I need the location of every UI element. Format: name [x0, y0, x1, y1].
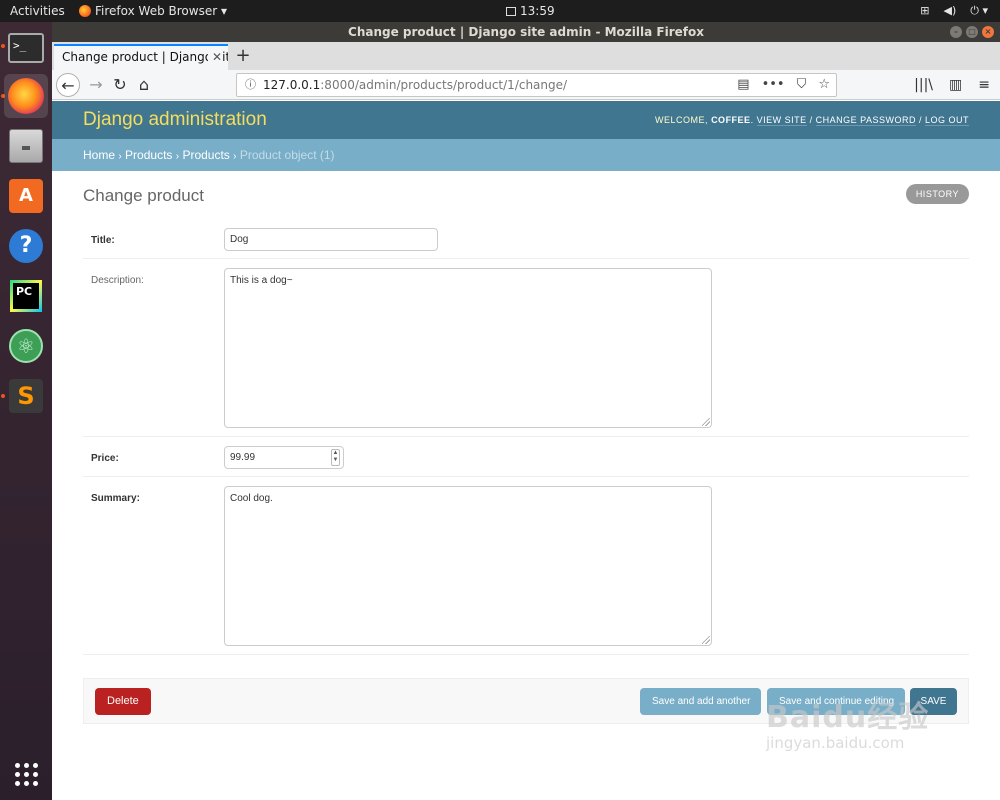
description-textarea[interactable]: This is a dog~	[224, 268, 712, 428]
new-tab-button[interactable]: +	[232, 44, 254, 68]
dock-firefox[interactable]	[4, 74, 48, 118]
site-branding[interactable]: Django administration	[83, 109, 267, 131]
history-button[interactable]: HISTORY	[905, 184, 969, 204]
window-title: Change product | Django site admin - Moz…	[348, 25, 704, 39]
dock-help[interactable]: ?	[4, 224, 48, 268]
volume-icon: ◀)	[943, 4, 957, 17]
tab-change-product[interactable]: Change product | Django site admin ✕	[54, 44, 228, 70]
atom-icon: ⚛	[9, 329, 43, 363]
back-button[interactable]: ←	[56, 73, 80, 97]
network-icon: ⊞	[920, 4, 930, 17]
username: COFFEE	[711, 115, 751, 125]
tab-title: Change product | Django site admin	[62, 50, 228, 64]
reader-view-icon[interactable]: ▤	[737, 74, 749, 96]
sidebar-icon[interactable]: ▥	[949, 73, 962, 97]
summary-label: Summary:	[91, 493, 140, 504]
window-titlebar: Change product | Django site admin - Moz…	[52, 22, 1000, 42]
reload-button[interactable]: ↻	[108, 73, 132, 97]
breadcrumb-home[interactable]: Home	[83, 148, 115, 162]
breadcrumb-model[interactable]: Products	[182, 148, 229, 162]
close-window-button[interactable]: ×	[982, 26, 994, 38]
save-and-add-another-button[interactable]: Save and add another	[640, 688, 761, 715]
page-actions-icon[interactable]: •••	[762, 74, 785, 96]
user-tools: WELCOME, COFFEE. VIEW SITE / CHANGE PASS…	[655, 115, 969, 126]
save-button[interactable]: SAVE	[910, 688, 957, 715]
dock-files[interactable]	[4, 124, 48, 168]
resize-handle-icon[interactable]	[702, 418, 710, 426]
app-menu-label: Firefox Web Browser ▾	[95, 4, 227, 18]
price-value: 99.99	[230, 452, 256, 463]
form-row-price: Price: 99.99 ▲ ▼	[83, 437, 969, 477]
dock-atom[interactable]: ⚛	[4, 324, 48, 368]
admin-header: Django administration WELCOME, COFFEE. V…	[52, 101, 1000, 139]
breadcrumb-current: Product object (1)	[239, 148, 335, 162]
minimize-button[interactable]: –	[950, 26, 962, 38]
gnome-top-bar: Activities Firefox Web Browser ▾ 13:59 ⊞…	[0, 0, 1000, 22]
url-host: 127.0.0.1	[263, 78, 321, 92]
app-menu[interactable]: Firefox Web Browser ▾	[79, 0, 227, 22]
files-icon	[9, 129, 43, 163]
submit-row: Delete Save and add another Save and con…	[83, 678, 969, 724]
dock-terminal[interactable]: >_	[4, 26, 48, 70]
breadcrumb-app[interactable]: Products	[125, 148, 172, 162]
summary-textarea[interactable]: Cool dog.	[224, 486, 712, 646]
clock-time: 13:59	[520, 4, 555, 18]
form-row-title: Title: Dog	[83, 219, 969, 259]
view-site-link[interactable]: VIEW SITE	[756, 115, 807, 126]
terminal-icon: >_	[8, 33, 44, 63]
url-path: :8000/admin/products/product/1/change/	[320, 78, 568, 92]
dock-sublime-text[interactable]: S	[4, 374, 48, 418]
form-row-summary: Summary: Cool dog.	[83, 477, 969, 655]
welcome-text: WELCOME,	[655, 115, 709, 125]
home-button[interactable]: ⌂	[132, 73, 156, 97]
navigation-toolbar: ← → ↻ ⌂ ⓘ 127.0.0.1:8000/admin/products/…	[52, 70, 1000, 100]
page-title: Change product	[83, 186, 204, 205]
calendar-icon	[506, 6, 516, 16]
hamburger-menu-icon[interactable]: ≡	[978, 73, 990, 97]
page-content: Django administration WELCOME, COFFEE. V…	[52, 101, 1000, 800]
url-bar[interactable]: ⓘ 127.0.0.1:8000/admin/products/product/…	[236, 73, 837, 97]
tab-strip: Change product | Django site admin ✕ +	[52, 42, 1000, 70]
form-row-description: Description: This is a dog~	[83, 259, 969, 437]
dock-show-applications[interactable]	[4, 752, 48, 796]
price-stepper[interactable]: ▲ ▼	[331, 449, 340, 466]
price-input[interactable]: 99.99 ▲ ▼	[224, 446, 344, 469]
tab-close-icon[interactable]: ✕	[207, 46, 222, 69]
price-label: Price:	[91, 453, 119, 464]
breadcrumb: Home › Products › Products › Product obj…	[52, 139, 1000, 171]
site-info-icon[interactable]: ⓘ	[245, 74, 256, 96]
summary-text: Cool dog.	[230, 493, 273, 504]
dock-software-center[interactable]: A	[4, 174, 48, 218]
clock[interactable]: 13:59	[506, 0, 555, 22]
launcher-dock: >_ A ? PC ⚛ S	[0, 22, 52, 800]
system-menu[interactable]: ⊞ ◀) ⏻ ▾	[920, 0, 988, 22]
forward-button[interactable]: →	[84, 73, 108, 97]
bookmark-star-icon[interactable]: ☆	[818, 74, 830, 96]
resize-handle-icon[interactable]	[702, 636, 710, 644]
title-input[interactable]: Dog	[224, 228, 438, 251]
title-label: Title:	[91, 235, 115, 246]
help-icon: ?	[9, 229, 43, 263]
firefox-icon	[79, 5, 91, 17]
app-grid-icon	[14, 762, 38, 786]
delete-button[interactable]: Delete	[95, 688, 151, 715]
library-icon[interactable]: |||\	[914, 73, 933, 97]
sublime-text-icon: S	[9, 379, 43, 413]
pocket-icon[interactable]: ⛉	[797, 74, 807, 96]
activities-button[interactable]: Activities	[10, 0, 65, 22]
save-and-continue-button[interactable]: Save and continue editing	[767, 688, 905, 715]
log-out-link[interactable]: LOG OUT	[924, 115, 969, 126]
pycharm-icon: PC	[10, 280, 42, 312]
power-icon: ⏻ ▾	[970, 4, 988, 17]
description-text: This is a dog~	[230, 275, 293, 286]
firefox-icon	[8, 78, 44, 114]
change-password-link[interactable]: CHANGE PASSWORD	[815, 115, 916, 126]
maximize-button[interactable]: □	[966, 26, 978, 38]
description-label: Description:	[91, 275, 144, 286]
dock-pycharm[interactable]: PC	[4, 274, 48, 318]
software-center-icon: A	[9, 179, 43, 213]
